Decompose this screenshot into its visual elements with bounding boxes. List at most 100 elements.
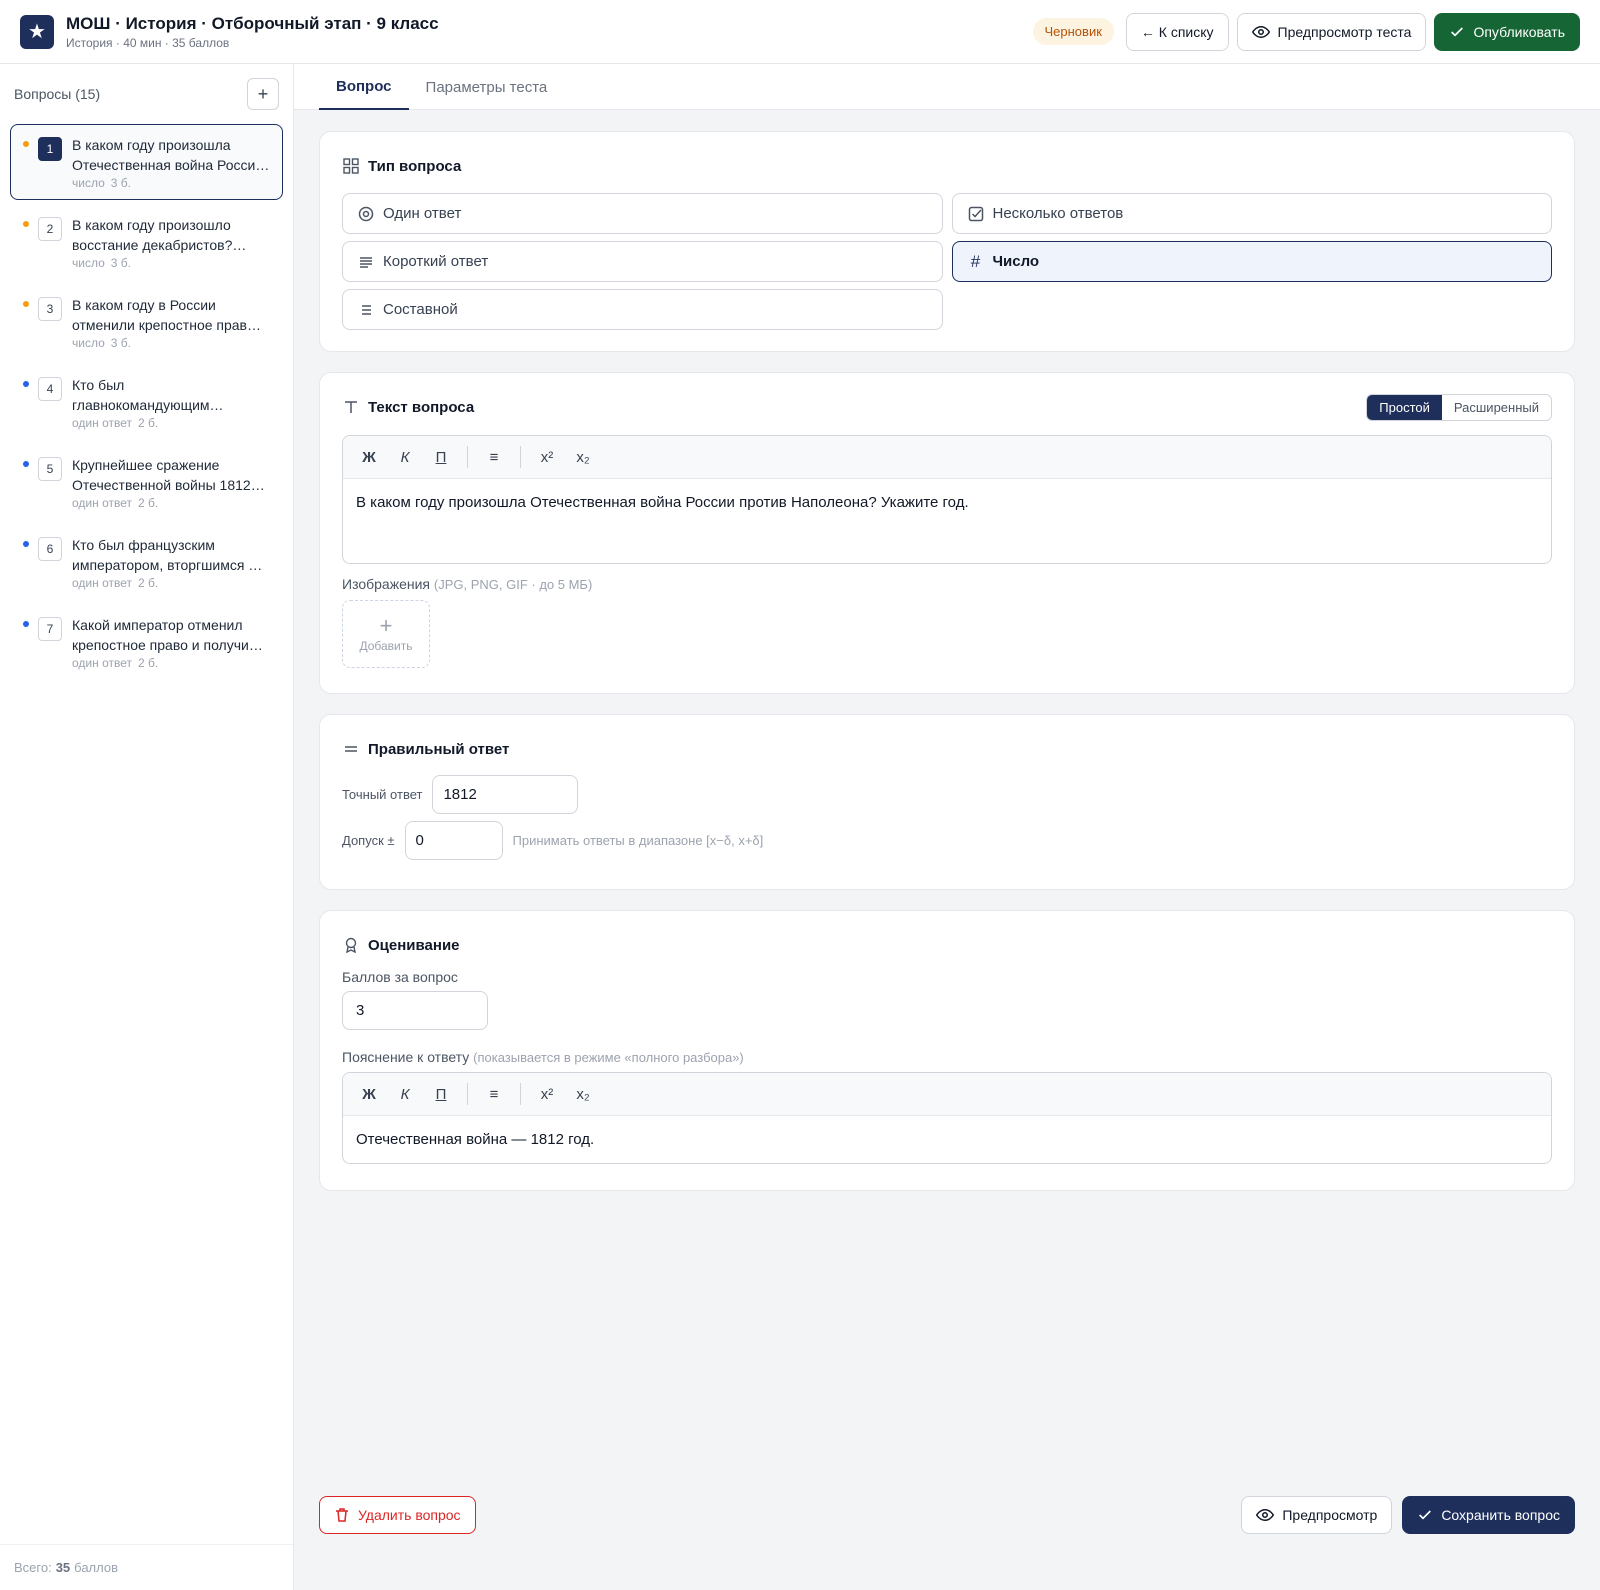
trash-icon [336, 1508, 348, 1522]
question-list-item[interactable]: 2 В каком году произошло восстание декабр… [10, 204, 283, 280]
tolerance-hint: Принимать ответы в диапазоне [x−δ, x+δ] [512, 833, 764, 848]
back-to-list-button[interactable]: ← К списку [1125, 12, 1229, 51]
correct-answer-title: Правильный ответ [368, 740, 510, 758]
editor-mode-toggle: Простой Расширенный [1366, 393, 1552, 421]
exact-answer-row: Точный ответ 1812 [342, 775, 1552, 814]
points-input[interactable]: 3 [342, 991, 488, 1030]
question-list-item[interactable]: 4 Кто был главнокомандующим… один ответ 2 б… [10, 364, 283, 440]
underline-button[interactable]: П [425, 443, 457, 471]
mode-extended-button[interactable]: Расширенный [1442, 395, 1551, 420]
add-image-button[interactable]: + Добавить [342, 600, 430, 668]
save-question-button[interactable]: Сохранить вопрос [1402, 1496, 1575, 1534]
toolbar-divider [520, 446, 521, 468]
question-list: 1 В каком году произошла Отечественная во… [0, 124, 293, 680]
explanation-label-row: Пояснение к ответу (показывается в режим… [342, 1049, 1552, 1065]
question-item-body: В каком году в России отменили крепостно… [72, 295, 272, 350]
question-item-meta: число 3 б. [72, 336, 272, 350]
question-item-type: один ответ [72, 496, 132, 510]
type-option-number[interactable]: # Число [951, 241, 1552, 282]
question-item-points: 2 б. [138, 496, 159, 510]
superscript-button[interactable]: x² [531, 443, 563, 471]
explanation-hint: (показывается в режиме «полного разбора»… [473, 1050, 744, 1065]
type-option-single[interactable]: Один ответ [342, 193, 943, 234]
italic-button[interactable]: К [389, 443, 421, 471]
publish-button[interactable]: Опубликовать [1434, 12, 1580, 51]
status-dot [23, 381, 29, 387]
page-subtitle: История · 40 мин · 35 баллов [66, 35, 230, 50]
question-list-item[interactable]: 7 Какой император отменил крепостное прав… [10, 604, 283, 680]
exact-answer-input[interactable]: 1812 [432, 775, 579, 814]
bold-button[interactable]: Ж [353, 443, 385, 471]
save-question-label: Сохранить вопрос [1441, 1507, 1560, 1523]
editor-toolbar: Ж К П ≡ x² x₂ [343, 1073, 1551, 1116]
type-option-label: Один ответ [383, 205, 462, 222]
sidebar-footer: Всего: 35 баллов [0, 1544, 293, 1590]
question-item-meta: число 3 б. [72, 256, 272, 270]
question-number: 3 [38, 297, 62, 321]
question-item-points: 3 б. [110, 256, 131, 270]
editor-toolbar: Ж К П ≡ x² x₂ [343, 436, 1551, 479]
delete-question-label: Удалить вопрос [358, 1507, 461, 1523]
explanation-editor: Ж К П ≡ x² x₂ Отечественная война — 1812… [342, 1072, 1552, 1164]
underline-button[interactable]: П [425, 1080, 457, 1108]
question-item-points: 2 б. [138, 416, 159, 430]
editor-tabs: Вопрос Параметры теста [294, 64, 1600, 110]
exact-answer-label: Точный ответ [342, 787, 423, 802]
question-item-type: число [72, 256, 105, 270]
checkbox-icon [967, 206, 985, 222]
tolerance-input[interactable]: 0 [404, 821, 503, 860]
delete-question-button[interactable]: Удалить вопрос [319, 1496, 476, 1534]
question-item-body: В каком году произошла Отечественная вой… [72, 135, 272, 190]
question-item-points: 2 б. [138, 656, 159, 670]
question-item-body: Кто был главнокомандующим… один ответ 2 б. [72, 375, 272, 430]
question-item-type: один ответ [72, 416, 132, 430]
bold-button[interactable]: Ж [353, 1080, 385, 1108]
type-option-label: Число [992, 253, 1040, 270]
toolbar-divider [467, 1083, 468, 1105]
subscript-button[interactable]: x₂ [567, 1080, 599, 1108]
mode-simple-button[interactable]: Простой [1367, 394, 1442, 420]
list-button[interactable]: ≡ [478, 443, 510, 471]
type-option-label: Короткий ответ [383, 253, 489, 270]
list-icon [357, 302, 375, 318]
type-option-short[interactable]: Короткий ответ [342, 241, 943, 282]
question-item-body: Какой император отменил крепостное право… [72, 615, 272, 670]
question-list-item[interactable]: 6 Кто был французским императором, вторгш… [10, 524, 283, 600]
preview-button[interactable]: Предпросмотр [1241, 1496, 1393, 1534]
question-item-points: 3 б. [110, 176, 131, 190]
text-lines-icon [357, 254, 375, 270]
tab-question[interactable]: Вопрос [319, 64, 409, 110]
add-question-button[interactable]: + [247, 78, 279, 110]
equals-icon [342, 741, 360, 757]
question-list-item[interactable]: 5 Крупнейшее сражение Отечественной войны… [10, 444, 283, 520]
question-list-item[interactable]: 3 В каком году в России отменили крепостн… [10, 284, 283, 360]
question-text-input[interactable]: В каком году произошла Отечественная вой… [343, 479, 1551, 563]
subscript-button[interactable]: x₂ [567, 443, 599, 471]
question-list-item[interactable]: 1 В каком году произошла Отечественная во… [10, 124, 283, 200]
question-item-text: В каком году произошла Отечественная вой… [72, 137, 270, 173]
publish-label: Опубликовать [1473, 23, 1565, 40]
type-option-multiple[interactable]: Несколько ответов [951, 193, 1552, 234]
list-button[interactable]: ≡ [478, 1080, 510, 1108]
preview-test-button[interactable]: Предпросмотр теста [1236, 12, 1427, 51]
tolerance-row: Допуск ± 0 Принимать ответы в диапазоне … [342, 821, 1552, 860]
type-option-composite[interactable]: Составной [342, 289, 943, 330]
question-item-points: 2 б. [138, 576, 159, 590]
status-dot [23, 301, 29, 307]
question-number: 7 [38, 617, 62, 641]
question-number: 2 [38, 217, 62, 241]
question-item-meta: один ответ 2 б. [72, 576, 272, 590]
tab-test-settings[interactable]: Параметры теста [409, 64, 565, 110]
hash-icon: # [970, 251, 981, 271]
explanation-input[interactable]: Отечественная война — 1812 год. [343, 1116, 1551, 1163]
plus-icon: + [379, 613, 393, 638]
question-type-title-row: Тип вопроса [342, 154, 1552, 178]
question-item-text: Какой император отменил крепостное право… [72, 617, 263, 653]
question-item-points: 3 б. [110, 336, 131, 350]
award-icon [342, 937, 360, 953]
superscript-button[interactable]: x² [531, 1080, 563, 1108]
italic-button[interactable]: К [389, 1080, 421, 1108]
points-label: Баллов за вопрос [342, 969, 458, 985]
question-item-text: В каком году произошло восстание декабри… [72, 217, 247, 253]
question-item-meta: один ответ 2 б. [72, 496, 272, 510]
